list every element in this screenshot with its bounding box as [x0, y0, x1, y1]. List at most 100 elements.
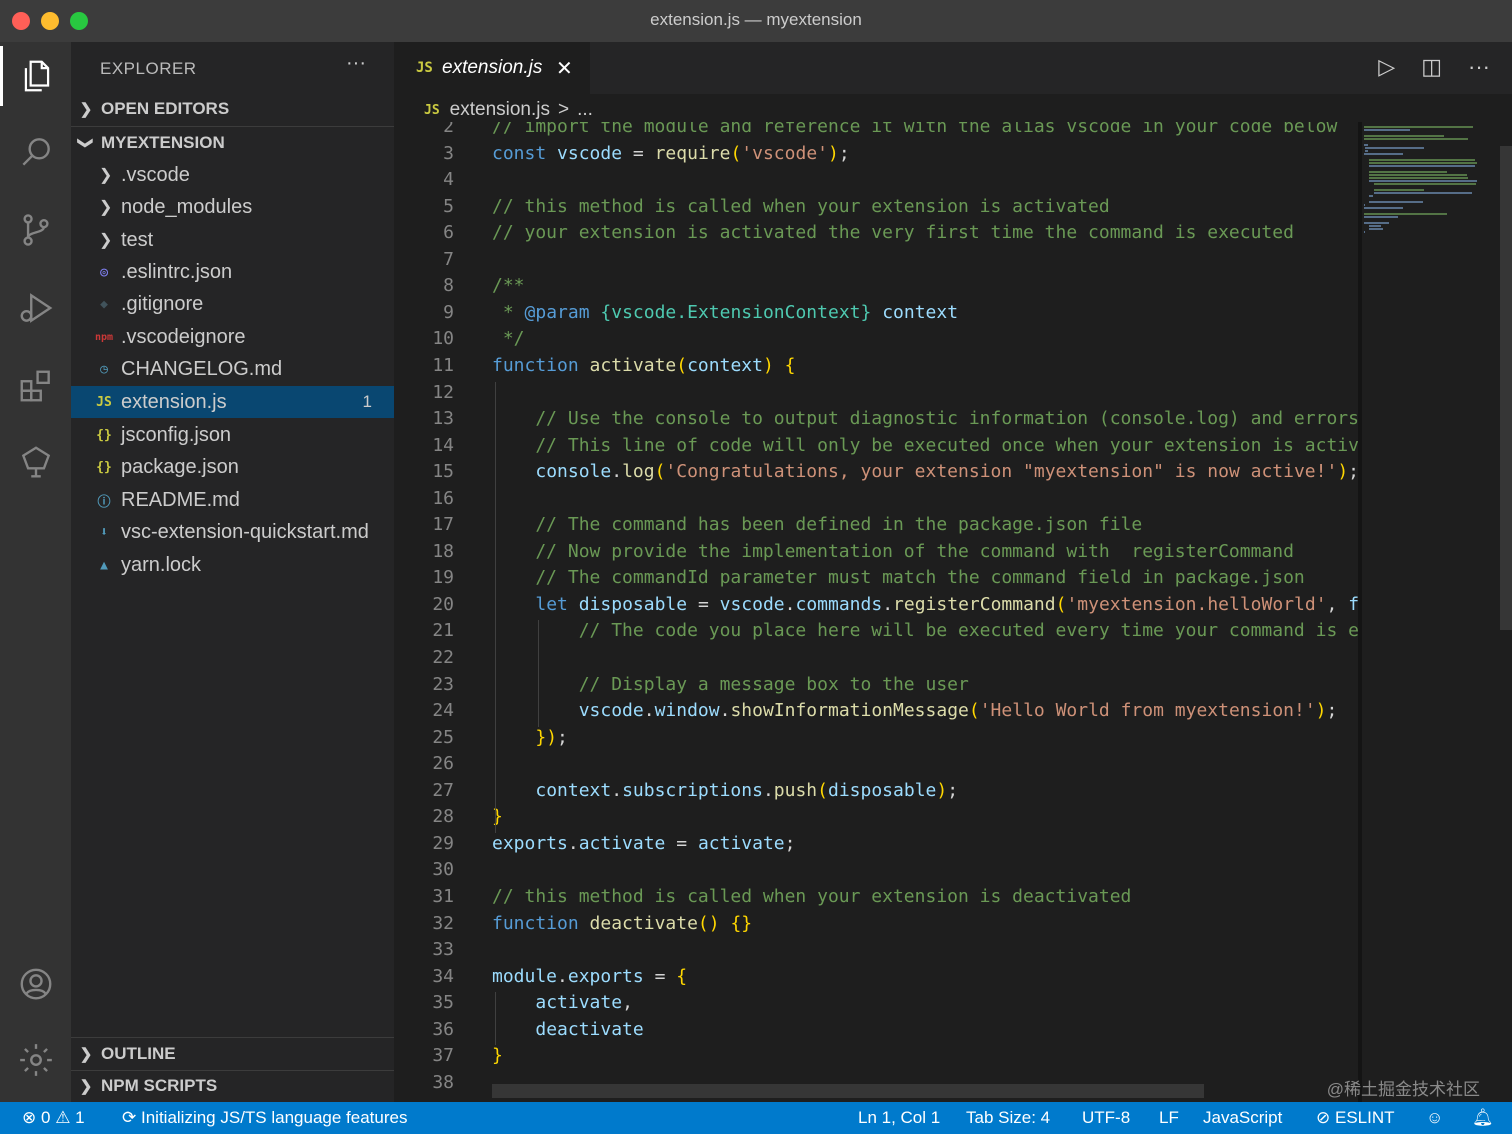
scroll-thumb[interactable] — [1500, 146, 1512, 630]
file-label: yarn.lock — [121, 553, 202, 576]
code-line[interactable]: 19 // The commandId parameter must match… — [394, 567, 1358, 593]
code-line[interactable]: 33 — [394, 939, 1358, 965]
code-line[interactable]: 7 — [394, 249, 1358, 275]
gear-icon[interactable] — [0, 1030, 71, 1090]
open-editors-section[interactable]: ❯ OPEN EDITORS — [71, 93, 394, 125]
sync-icon: ⟳ — [122, 1108, 137, 1127]
code-line[interactable]: 29 exports.activate = activate; — [394, 833, 1358, 859]
code-line[interactable]: 18 // Now provide the implementation of … — [394, 541, 1358, 567]
code-line[interactable]: 37} — [394, 1045, 1358, 1071]
breadcrumb-more[interactable]: ... — [577, 99, 593, 121]
file-item[interactable]: ◷ CHANGELOG.md — [71, 354, 394, 386]
source-control-icon[interactable] — [0, 200, 71, 260]
code-line[interactable]: 28} — [394, 806, 1358, 832]
code-line[interactable]: 11 function activate(context) { — [394, 355, 1358, 381]
code-line[interactable]: 12 — [394, 382, 1358, 408]
chevron-right-icon: ❯ — [79, 101, 93, 118]
file-item[interactable]: ◎ .eslintrc.json — [71, 256, 394, 288]
folder-vscode[interactable]: ❯ .vscode — [71, 159, 394, 191]
file-item[interactable]: {} package.json — [71, 452, 394, 484]
folder-test[interactable]: ❯ test — [71, 224, 394, 256]
minimap-line — [1364, 135, 1444, 137]
file-item[interactable]: ▲ yarn.lock — [71, 549, 394, 581]
code-editor[interactable]: 2 // import the module and reference it w… — [394, 122, 1358, 1102]
code-line[interactable]: 9 * @param {vscode.ExtensionContext} con… — [394, 302, 1358, 328]
minimap-line — [1364, 138, 1468, 140]
language-mode[interactable]: JavaScript — [1203, 1108, 1282, 1128]
line-number: 12 — [432, 381, 454, 403]
feedback-icon[interactable]: ☺ — [1426, 1108, 1443, 1128]
file-item[interactable]: JS extension.js 1 — [71, 386, 394, 419]
notifications-icon[interactable]: 🔔︎ — [1472, 1108, 1494, 1128]
code-line[interactable]: 16 — [394, 488, 1358, 514]
code-line[interactable]: 26 — [394, 753, 1358, 779]
code-line[interactable]: 15 console.log('Congratulations, your ex… — [394, 461, 1358, 487]
run-icon[interactable]: ▷ — [1378, 54, 1395, 80]
code-line[interactable]: 30 — [394, 859, 1358, 885]
tab-extension-js[interactable]: JS extension.js ✕ — [394, 42, 590, 94]
cursor-position[interactable]: Ln 1, Col 1 — [858, 1108, 940, 1128]
editor-group: JS extension.js ✕ ▷ ◫ ··· JS extension.j… — [394, 42, 1512, 1102]
code-line[interactable]: 8 /** — [394, 275, 1358, 301]
eol[interactable]: LF — [1159, 1108, 1179, 1128]
split-editor-icon[interactable]: ◫ — [1421, 54, 1442, 80]
code-line[interactable]: 4 — [394, 169, 1358, 195]
explorer-more-button[interactable]: ··· — [346, 52, 366, 75]
json-icon: {} — [96, 427, 112, 443]
minimap-line — [1364, 144, 1369, 146]
code-line[interactable]: 35 activate, — [394, 992, 1358, 1018]
code-line[interactable]: 2 // import the module and reference it w… — [394, 122, 1358, 142]
minimap-line — [1368, 228, 1383, 230]
code-text: */ — [492, 328, 525, 350]
tab-size[interactable]: Tab Size: 4 — [966, 1108, 1050, 1128]
code-line[interactable]: 3 const vscode = require('vscode'); — [394, 143, 1358, 169]
code-line[interactable]: 27 context.subscriptions.push(disposable… — [394, 780, 1358, 806]
code-line[interactable]: 20 let disposable = vscode.commands.regi… — [394, 594, 1358, 620]
close-icon[interactable]: ✕ — [556, 56, 573, 81]
encoding[interactable]: UTF-8 — [1082, 1108, 1130, 1128]
file-item[interactable]: {} jsconfig.json — [71, 419, 394, 451]
file-item[interactable]: npm .vscodeignore — [71, 321, 394, 353]
code-line[interactable]: 13 // Use the console to output diagnost… — [394, 408, 1358, 434]
code-line[interactable]: 17 // The command has been defined in th… — [394, 514, 1358, 540]
code-line[interactable]: 36 deactivate — [394, 1019, 1358, 1045]
code-line[interactable]: 14 // This line of code will only be exe… — [394, 435, 1358, 461]
problems-indicator[interactable]: ⊗ 0 ⚠ 1 — [22, 1108, 85, 1128]
npm-scripts-section[interactable]: ❯ NPM SCRIPTS — [71, 1070, 394, 1102]
code-line[interactable]: 31 // this method is called when your ext… — [394, 886, 1358, 912]
line-number: 13 — [432, 408, 454, 430]
eslint-status[interactable]: ⊘ ESLINT — [1316, 1108, 1395, 1128]
code-line[interactable]: 32 function deactivate() {} — [394, 913, 1358, 939]
code-text: // This line of code will only be execut… — [492, 434, 1358, 456]
code-line[interactable]: 6 // your extension is activated the very… — [394, 222, 1358, 248]
language-status[interactable]: ⟳ Initializing JS/TS language features — [122, 1108, 407, 1128]
code-line[interactable]: 10 */ — [394, 328, 1358, 354]
code-line[interactable]: 5 // this method is called when your exte… — [394, 196, 1358, 222]
remote-explorer-icon[interactable] — [0, 432, 71, 492]
file-item[interactable]: ⓘ README.md — [71, 484, 394, 516]
line-number: 36 — [432, 1018, 454, 1040]
folder-node-modules[interactable]: ❯ node_modules — [71, 191, 394, 223]
file-label: jsconfig.json — [121, 423, 232, 446]
code-line[interactable]: 25 }); — [394, 727, 1358, 753]
project-section[interactable]: ❯ MYEXTENSION — [71, 127, 394, 159]
code-text: /** — [492, 275, 525, 297]
minimap-line — [1368, 159, 1476, 161]
code-line[interactable]: 34 module.exports = { — [394, 966, 1358, 992]
files-icon[interactable] — [0, 46, 71, 106]
file-item[interactable]: ⬇ vsc-extension-quickstart.md — [71, 517, 394, 549]
account-icon[interactable] — [0, 954, 71, 1014]
minimap[interactable] — [1360, 122, 1492, 242]
extensions-icon[interactable] — [0, 356, 71, 416]
breadcrumb-file[interactable]: extension.js — [450, 99, 550, 121]
code-text: let disposable = vscode.commands.registe… — [535, 593, 1358, 615]
search-icon[interactable] — [0, 122, 71, 182]
run-debug-icon[interactable] — [0, 278, 71, 338]
line-number: 3 — [443, 142, 454, 164]
vertical-scrollbar[interactable] — [1500, 122, 1512, 1102]
file-item[interactable]: ◆ .gitignore — [71, 289, 394, 321]
horizontal-scrollbar[interactable] — [492, 1084, 1204, 1098]
line-number: 2 — [443, 122, 454, 137]
outline-section[interactable]: ❯ OUTLINE — [71, 1038, 394, 1070]
more-icon[interactable]: ··· — [1468, 54, 1490, 80]
